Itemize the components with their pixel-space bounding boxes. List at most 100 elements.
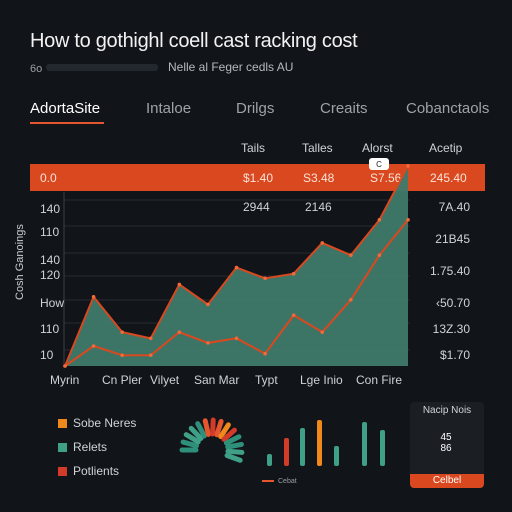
data-point[interactable] bbox=[234, 265, 239, 270]
data-point[interactable] bbox=[148, 353, 153, 358]
y-tick-label: 120 bbox=[40, 268, 61, 282]
x-tick-label: Con Fire bbox=[356, 373, 403, 387]
data-point[interactable] bbox=[320, 241, 325, 245]
radial-segment bbox=[225, 441, 244, 450]
gauge-title: Nacip Nois bbox=[422, 405, 472, 416]
mini-bar bbox=[380, 430, 385, 466]
mini-bar bbox=[334, 446, 339, 466]
legend-item[interactable]: Relets bbox=[58, 440, 107, 454]
radial-segment bbox=[223, 434, 242, 446]
gauge-value-bottom: 86 bbox=[440, 443, 452, 454]
data-point[interactable] bbox=[291, 271, 296, 276]
y-tick-label: 140 bbox=[40, 202, 61, 216]
subtitle-text: Nelle al Feger cedls AU bbox=[168, 60, 294, 74]
mini-bar bbox=[284, 438, 289, 466]
data-point[interactable] bbox=[291, 313, 296, 318]
right-tick-label: 1.75.40 bbox=[430, 264, 471, 278]
data-point[interactable] bbox=[349, 298, 353, 302]
mini-bar bbox=[362, 422, 367, 466]
x-tick-label: Cn Pler bbox=[102, 373, 143, 387]
data-point[interactable] bbox=[148, 336, 153, 341]
subtitle-prefix: 6o bbox=[30, 63, 43, 75]
data-point[interactable] bbox=[320, 330, 325, 334]
radial-segment bbox=[210, 417, 216, 437]
highlight-cell: $1.40 bbox=[243, 171, 274, 185]
mini-bars-caption: Cebat bbox=[278, 478, 297, 485]
data-point[interactable] bbox=[377, 253, 382, 258]
table-cell: 2944 bbox=[243, 200, 270, 214]
right-tick-label: 21B45 bbox=[435, 232, 470, 246]
line-series-1 bbox=[64, 219, 409, 367]
right-tick-label: 13Z.30 bbox=[432, 322, 470, 336]
y-tick-label: How bbox=[40, 296, 65, 310]
gauge-value-top: 45 bbox=[440, 432, 452, 443]
data-point[interactable] bbox=[177, 282, 182, 287]
y-tick-label: 10 bbox=[40, 348, 54, 362]
data-point[interactable] bbox=[206, 341, 210, 345]
y-tick-label: 110 bbox=[40, 322, 60, 336]
data-point[interactable] bbox=[63, 364, 67, 368]
mini-bar-chart bbox=[262, 420, 385, 482]
legend-item[interactable]: Potlients bbox=[58, 464, 119, 478]
mini-bar bbox=[317, 420, 322, 466]
radial-segment bbox=[214, 418, 224, 438]
tab-drilgs[interactable]: Drilgs bbox=[236, 100, 274, 117]
column-header: Acetip bbox=[429, 141, 463, 155]
legend-label: Relets bbox=[73, 440, 108, 454]
data-point[interactable] bbox=[91, 294, 96, 299]
active-tab-indicator bbox=[30, 122, 104, 124]
mini-bar bbox=[267, 454, 272, 466]
data-point[interactable] bbox=[177, 330, 182, 334]
radial-progress-chart bbox=[179, 417, 245, 463]
line-series-0 bbox=[64, 165, 409, 367]
tab-creaits[interactable]: Creaits bbox=[320, 100, 368, 117]
column-header: Tails bbox=[241, 141, 266, 155]
tab-intaloe[interactable]: Intaloe bbox=[146, 100, 191, 117]
data-point[interactable] bbox=[120, 353, 124, 358]
radial-segment bbox=[218, 422, 231, 440]
data-point[interactable] bbox=[206, 302, 210, 307]
radial-segment bbox=[202, 418, 211, 437]
data-point[interactable] bbox=[263, 276, 267, 281]
data-point[interactable] bbox=[91, 344, 96, 348]
column-header: Alorst bbox=[362, 141, 393, 155]
radial-segment bbox=[221, 427, 237, 442]
x-tick-label: Typt bbox=[255, 373, 278, 387]
subtitle-redacted-bar bbox=[46, 64, 158, 71]
tab-bar: AdortaSite Intaloe Drilgs Creaits Cobanc… bbox=[30, 100, 490, 124]
highlight-row-label: 0.0 bbox=[40, 171, 57, 185]
legend-swatch bbox=[58, 443, 67, 453]
y-tick-label: 110 bbox=[40, 225, 60, 239]
x-tick-label: Vilyet bbox=[150, 373, 180, 387]
x-tick-label: San Mar bbox=[194, 373, 240, 387]
data-point[interactable] bbox=[234, 336, 239, 341]
data-point[interactable] bbox=[406, 218, 410, 222]
column-header: Talles bbox=[302, 141, 333, 155]
legend-swatch bbox=[58, 467, 67, 477]
highlight-cell: 245.40 bbox=[430, 171, 467, 185]
gauge-value: 45 86 bbox=[430, 432, 462, 454]
radial-segment bbox=[183, 432, 201, 445]
highlight-cell: S7.56 bbox=[370, 171, 402, 185]
right-tick-label: 7A.40 bbox=[438, 200, 470, 214]
right-tick-label: $1.70 bbox=[439, 348, 470, 362]
x-tick-label: Myrin bbox=[50, 373, 80, 387]
data-point[interactable] bbox=[63, 364, 67, 368]
highlight-cell: S3.48 bbox=[303, 171, 335, 185]
legend-item[interactable]: Sobe Neres bbox=[58, 416, 136, 430]
radial-segment bbox=[195, 421, 207, 439]
radial-segment bbox=[224, 452, 243, 463]
tab-cobanctaols[interactable]: Cobanctaols bbox=[406, 100, 489, 117]
legend-label: Potlients bbox=[73, 464, 120, 478]
data-point[interactable] bbox=[120, 330, 124, 334]
radial-segment bbox=[225, 448, 245, 455]
tab-adortasite[interactable]: AdortaSite bbox=[30, 100, 100, 117]
table-cell: 2146 bbox=[305, 200, 332, 214]
data-point[interactable] bbox=[377, 218, 382, 222]
legend-swatch bbox=[58, 419, 67, 429]
gauge-footer: Celbel bbox=[410, 474, 484, 488]
x-tick-label: Lge Inio bbox=[300, 373, 343, 387]
data-point[interactable] bbox=[263, 351, 267, 356]
y-tick-label: 140 bbox=[40, 253, 61, 267]
data-point[interactable] bbox=[349, 253, 353, 258]
